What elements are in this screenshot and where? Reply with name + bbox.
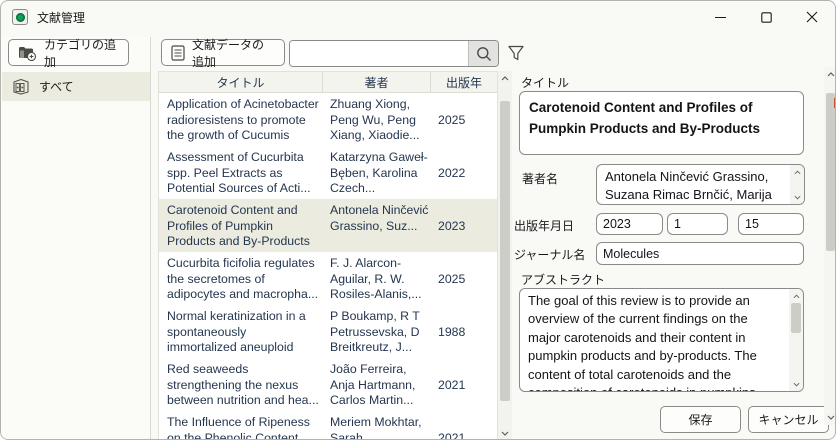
table-row[interactable]: Cucurbita ficifolia regulates the secret… bbox=[159, 252, 497, 305]
cell-year: 2023 bbox=[431, 199, 497, 252]
abstract-field[interactable]: The goal of this review is to provide an… bbox=[519, 288, 804, 392]
abstract-scrollbar[interactable] bbox=[789, 289, 803, 391]
search-button[interactable] bbox=[468, 41, 498, 66]
cell-authors: Katarzyna Gaweł-Bęben, Karolina Czech... bbox=[323, 146, 431, 199]
titlebar: 文献管理 bbox=[1, 1, 835, 33]
panel-scroll-thumb[interactable] bbox=[826, 93, 835, 251]
window: 文献管理 すべて bbox=[0, 0, 836, 440]
cell-authors: F. J. Alarcon-Aguilar, R. W. Rosiles-Ala… bbox=[323, 252, 431, 305]
cell-year: 2025 bbox=[431, 252, 497, 305]
scroll-down-button[interactable] bbox=[498, 426, 512, 440]
panel-scroll-down-button[interactable] bbox=[824, 410, 836, 425]
cell-authors: Antonela Ninčević Grassino, Suz... bbox=[323, 199, 431, 252]
year-input[interactable] bbox=[596, 213, 663, 235]
cell-title: Cucurbita ficifolia regulates the secret… bbox=[159, 252, 323, 305]
cell-title: Normal keratinization in a spontaneously… bbox=[159, 305, 323, 358]
search-group bbox=[289, 40, 499, 67]
panel-scroll-up-button[interactable] bbox=[824, 67, 836, 82]
table-row[interactable]: Carotenoid Content and Profiles of Pumpk… bbox=[159, 199, 497, 252]
scroll-thumb[interactable] bbox=[500, 101, 510, 401]
cell-authors: P Boukamp, R T Petrussevska, D Breitkreu… bbox=[323, 305, 431, 358]
journal-label: ジャーナル名 bbox=[514, 246, 585, 263]
title-field[interactable]: Carotenoid Content and Profiles of Pumpk… bbox=[519, 91, 804, 155]
reference-table: タイトル 著者 出版年 Application of Acinetobacter… bbox=[158, 71, 498, 440]
books-icon bbox=[12, 78, 30, 95]
day-input[interactable] bbox=[738, 213, 804, 235]
cell-title: The Influence of Ripeness on the Phenoli… bbox=[159, 411, 323, 440]
cell-title: Red seaweeds strengthening the nexus bet… bbox=[159, 358, 323, 411]
document-icon bbox=[171, 45, 185, 61]
column-header-year[interactable]: 出版年 bbox=[431, 72, 497, 92]
cell-authors: Zhuang Xiong, Peng Wu, Peng Xiang, Xiaod… bbox=[323, 93, 431, 146]
authors-field-scrollbar[interactable] bbox=[790, 165, 804, 204]
minimize-button[interactable] bbox=[697, 1, 743, 33]
cell-year: 1988 bbox=[431, 305, 497, 358]
table-scrollbar[interactable] bbox=[498, 71, 512, 440]
add-reference-button[interactable]: 文献データの追加 bbox=[161, 39, 285, 66]
column-header-title[interactable]: タイトル bbox=[159, 72, 323, 92]
date-label: 出版年月日 bbox=[514, 217, 574, 234]
window-title: 文献管理 bbox=[37, 9, 85, 26]
cell-title: Carotenoid Content and Profiles of Pumpk… bbox=[159, 199, 323, 252]
sidebar-item-label: すべて bbox=[39, 78, 74, 95]
cell-title: Application of Acinetobacter radioresist… bbox=[159, 93, 323, 146]
cancel-button[interactable]: キャンセル bbox=[748, 406, 829, 433]
add-reference-label: 文献データの追加 bbox=[192, 36, 275, 70]
table-row[interactable]: Application of Acinetobacter radioresist… bbox=[159, 93, 497, 146]
search-input[interactable] bbox=[290, 41, 468, 66]
panel-scrollbar[interactable] bbox=[824, 67, 836, 425]
journal-input[interactable] bbox=[596, 242, 804, 265]
search-icon bbox=[476, 46, 492, 62]
sidebar-item-all[interactable]: すべて bbox=[2, 72, 150, 101]
table-body: Application of Acinetobacter radioresist… bbox=[159, 93, 497, 440]
maximize-button[interactable] bbox=[743, 1, 789, 33]
cell-year: 2021 bbox=[431, 411, 497, 440]
title-label: タイトル bbox=[521, 74, 569, 91]
cell-year: 2022 bbox=[431, 146, 497, 199]
sidebar: すべて bbox=[1, 37, 151, 440]
table-row[interactable]: Normal keratinization in a spontaneously… bbox=[159, 305, 497, 358]
table-header: タイトル 著者 出版年 bbox=[159, 72, 497, 93]
table-row[interactable]: The Influence of Ripeness on the Phenoli… bbox=[159, 411, 497, 440]
scroll-up-button[interactable] bbox=[498, 71, 512, 86]
add-category-label: カテゴリの追加 bbox=[44, 36, 119, 70]
authors-field[interactable]: Antonela Ninčević Grassino, Suzana Rimac… bbox=[596, 164, 805, 205]
save-button[interactable]: 保存 bbox=[660, 406, 741, 433]
add-category-button[interactable]: カテゴリの追加 bbox=[8, 39, 129, 66]
cell-authors: Meriem Mokhtar, Sarah... bbox=[323, 411, 431, 440]
month-input[interactable] bbox=[667, 213, 728, 235]
cell-title: Assessment of Cucurbita spp. Peel Extrac… bbox=[159, 146, 323, 199]
close-button[interactable] bbox=[789, 1, 835, 33]
folder-plus-icon bbox=[18, 45, 37, 61]
cell-year: 2025 bbox=[431, 93, 497, 146]
app-icon bbox=[12, 9, 28, 25]
table-row[interactable]: Assessment of Cucurbita spp. Peel Extrac… bbox=[159, 146, 497, 199]
authors-label: 著者名 bbox=[522, 170, 558, 187]
abstract-label: アブストラクト bbox=[521, 271, 605, 288]
column-header-authors[interactable]: 著者 bbox=[323, 72, 431, 92]
table-row[interactable]: Red seaweeds strengthening the nexus bet… bbox=[159, 358, 497, 411]
cell-year: 2021 bbox=[431, 358, 497, 411]
filter-icon[interactable] bbox=[506, 43, 526, 63]
cell-authors: João Ferreira, Anja Hartmann, Carlos Mar… bbox=[323, 358, 431, 411]
